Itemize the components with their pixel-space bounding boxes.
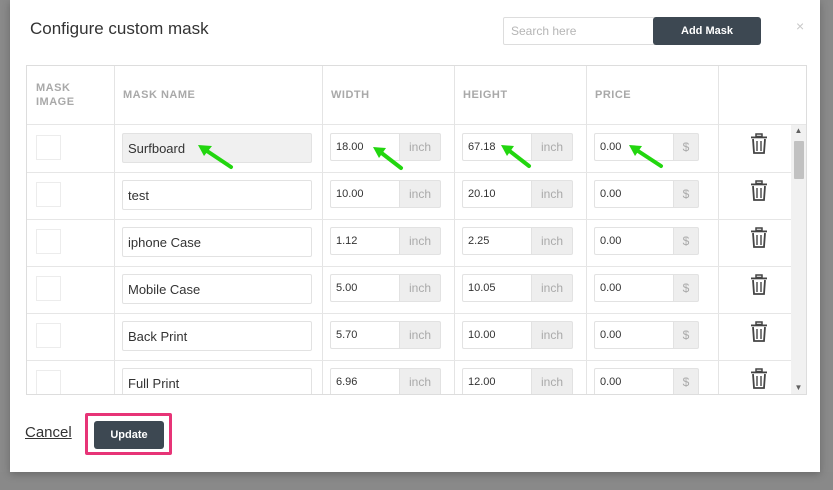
price-input[interactable] (594, 180, 673, 208)
height-field: inch (462, 227, 573, 255)
width-field: inch (330, 180, 441, 208)
currency-label: $ (673, 180, 699, 208)
mask-image-placeholder[interactable] (36, 182, 61, 207)
scroll-thumb[interactable] (794, 141, 804, 179)
mask-image-placeholder[interactable] (36, 135, 61, 160)
price-field: $ (594, 227, 699, 255)
mask-name-input[interactable] (122, 368, 312, 394)
update-button[interactable]: Update (94, 421, 164, 449)
table-scrollbar[interactable]: ▲ ▼ (791, 125, 806, 394)
table-body: inch inch $ (27, 125, 791, 394)
price-field: $ (594, 321, 699, 349)
table-row: inch inch $ (27, 266, 791, 314)
table-row: inch inch $ (27, 313, 791, 361)
mask-image-placeholder[interactable] (36, 276, 61, 301)
width-input[interactable] (330, 227, 399, 255)
currency-label: $ (673, 274, 699, 302)
height-field: inch (462, 180, 573, 208)
green-arrow-icon (373, 147, 403, 170)
table-row: inch inch $ (27, 360, 791, 394)
unit-label: inch (399, 227, 441, 255)
price-input[interactable] (594, 274, 673, 302)
width-field: inch (330, 321, 441, 349)
price-field: $ (594, 274, 699, 302)
backdrop (820, 0, 833, 490)
width-field: inch (330, 227, 441, 255)
unit-label: inch (399, 321, 441, 349)
unit-label: inch (531, 321, 573, 349)
unit-label: inch (531, 368, 573, 394)
table-row: inch inch $ (27, 172, 791, 220)
scroll-down-arrow-icon[interactable]: ▼ (791, 382, 806, 394)
table-row: inch inch $ (27, 219, 791, 267)
backdrop (0, 472, 833, 490)
trash-icon[interactable] (749, 180, 769, 202)
trash-icon[interactable] (749, 133, 769, 155)
height-input[interactable] (462, 180, 531, 208)
currency-label: $ (673, 368, 699, 394)
close-icon[interactable]: × (796, 18, 804, 34)
height-input[interactable] (462, 368, 531, 394)
unit-label: inch (531, 274, 573, 302)
configure-mask-modal: Configure custom mask Add Mask × MASK IM… (10, 0, 820, 472)
green-arrow-icon (198, 145, 233, 169)
header-width: WIDTH (331, 89, 370, 101)
mask-name-input[interactable] (122, 274, 312, 304)
header-height: HEIGHT (463, 89, 508, 101)
width-input[interactable] (330, 180, 399, 208)
width-input[interactable] (330, 274, 399, 302)
height-input[interactable] (462, 274, 531, 302)
mask-name-input[interactable] (122, 180, 312, 210)
mask-name-input[interactable] (122, 321, 312, 351)
unit-label: inch (399, 133, 441, 161)
mask-table: MASK IMAGE MASK NAME WIDTH HEIGHT PRICE … (26, 65, 807, 395)
unit-label: inch (399, 274, 441, 302)
unit-label: inch (531, 180, 573, 208)
table-row: inch inch $ (27, 125, 791, 173)
header-mask-image: MASK IMAGE (36, 82, 75, 108)
width-field: inch (330, 274, 441, 302)
height-input[interactable] (462, 227, 531, 255)
height-field: inch (462, 368, 573, 394)
modal-title: Configure custom mask (30, 19, 209, 38)
currency-label: $ (673, 227, 699, 255)
unit-label: inch (531, 227, 573, 255)
mask-image-placeholder[interactable] (36, 229, 61, 254)
trash-icon[interactable] (749, 368, 769, 390)
unit-label: inch (399, 368, 441, 394)
mask-name-input[interactable] (122, 227, 312, 257)
price-field: $ (594, 368, 699, 394)
height-field: inch (462, 321, 573, 349)
trash-icon[interactable] (749, 227, 769, 249)
height-input[interactable] (462, 321, 531, 349)
price-input[interactable] (594, 227, 673, 255)
currency-label: $ (673, 133, 699, 161)
trash-icon[interactable] (749, 321, 769, 343)
price-input[interactable] (594, 321, 673, 349)
header-price: PRICE (595, 89, 632, 101)
backdrop (0, 0, 10, 490)
table-header: MASK IMAGE MASK NAME WIDTH HEIGHT PRICE (27, 66, 806, 125)
price-field: $ (594, 180, 699, 208)
currency-label: $ (673, 321, 699, 349)
unit-label: inch (399, 180, 441, 208)
cancel-link[interactable]: Cancel (25, 424, 72, 441)
height-field: inch (462, 274, 573, 302)
add-mask-button[interactable]: Add Mask (653, 17, 761, 45)
unit-label: inch (531, 133, 573, 161)
search-input[interactable] (503, 17, 658, 45)
width-field: inch (330, 368, 441, 394)
green-arrow-icon (501, 145, 531, 168)
width-input[interactable] (330, 368, 399, 394)
mask-image-placeholder[interactable] (36, 323, 61, 348)
width-input[interactable] (330, 321, 399, 349)
green-arrow-icon (629, 145, 663, 168)
header-mask-name: MASK NAME (123, 89, 196, 101)
trash-icon[interactable] (749, 274, 769, 296)
scroll-up-arrow-icon[interactable]: ▲ (791, 125, 806, 137)
price-input[interactable] (594, 368, 673, 394)
mask-image-placeholder[interactable] (36, 370, 61, 394)
